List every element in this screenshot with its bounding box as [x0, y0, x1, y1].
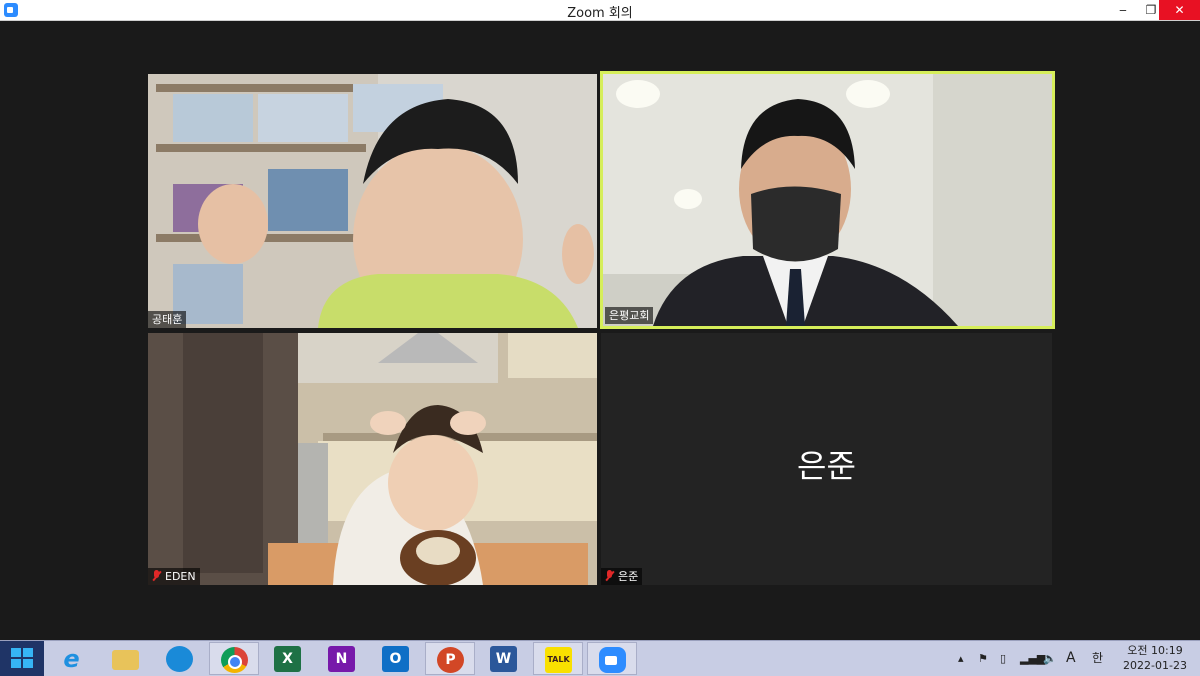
taskbar-internet-explorer[interactable]: e [47, 642, 97, 675]
internet-explorer-icon: e [63, 645, 80, 673]
taskbar-clock[interactable]: 오전 10:19 2022-01-23 [1122, 643, 1188, 673]
kakaotalk-icon: TALK [545, 647, 572, 673]
participant-name: 은평교회 [609, 309, 650, 322]
taskbar-word[interactable]: W [479, 642, 529, 675]
participant-name-tag: 공태훈 [148, 311, 187, 328]
close-button[interactable]: ✕ [1159, 0, 1200, 20]
clock-time: 오전 10:19 [1127, 644, 1183, 657]
participant-video-tile-active-speaker[interactable]: 은평교회 [600, 71, 1055, 329]
participant-display-name: 은준 [797, 447, 856, 485]
edge-icon [166, 646, 193, 672]
taskbar-chrome[interactable] [209, 642, 259, 675]
taskbar-excel[interactable]: X [263, 642, 313, 675]
windows-taskbar: e X N O P W TALK ▴ ⚑ ▯ ▂▄▆ 🔈 A 한 오전 10:1… [0, 640, 1200, 676]
taskbar-edge[interactable] [155, 642, 205, 675]
participant-name: EDEN [165, 570, 196, 583]
participant-video-feed [603, 74, 1052, 326]
start-button[interactable] [0, 641, 44, 676]
zoom-icon [599, 647, 626, 673]
mic-muted-icon [605, 570, 614, 581]
file-explorer-icon [112, 650, 139, 670]
participant-name-tag: EDEN [148, 568, 200, 585]
taskbar-onenote[interactable]: N [317, 642, 367, 675]
participant-name: 은준 [618, 570, 639, 583]
taskbar-file-explorer[interactable] [101, 642, 151, 675]
chrome-icon [221, 647, 248, 673]
windows-logo-icon [11, 648, 33, 669]
participant-name-tag: 은평교회 [605, 307, 654, 324]
show-hidden-icons-button[interactable]: ▴ [958, 641, 964, 676]
participant-name: 공태훈 [152, 313, 183, 326]
powerpoint-icon: P [437, 647, 464, 673]
mic-muted-icon [152, 570, 161, 581]
participant-tile-video-off[interactable]: 은준 은준 [601, 333, 1052, 585]
window-title-bar: Zoom 회의 ‒ ❐ ✕ [0, 0, 1200, 21]
participant-video-tile[interactable]: EDEN [148, 333, 597, 585]
power-icon[interactable]: ▯ [1000, 641, 1006, 676]
meeting-gallery-view: 공태훈 은평교회 EDEN 은준 은준 [0, 21, 1200, 640]
word-icon: W [490, 646, 517, 672]
network-signal-icon[interactable]: ▂▄▆ [1020, 641, 1045, 676]
participant-video-tile[interactable]: 공태훈 [148, 74, 597, 328]
participant-video-feed [148, 74, 597, 328]
clock-date: 2022-01-23 [1123, 659, 1187, 672]
taskbar-powerpoint[interactable]: P [425, 642, 475, 675]
excel-icon: X [274, 646, 301, 672]
volume-icon[interactable]: 🔈 [1043, 641, 1057, 676]
flag-icon[interactable]: ⚑ [978, 641, 988, 676]
taskbar-kakaotalk[interactable]: TALK [533, 642, 583, 675]
participant-video-feed [148, 333, 597, 585]
taskbar-outlook[interactable]: O [371, 642, 421, 675]
ime-mode-indicator[interactable]: A [1066, 641, 1076, 676]
taskbar-zoom[interactable] [587, 642, 637, 675]
ime-language-indicator[interactable]: 한 [1092, 641, 1103, 676]
window-title: Zoom 회의 [567, 6, 633, 21]
outlook-icon: O [382, 646, 409, 672]
participant-name-tag: 은준 [601, 568, 643, 585]
onenote-icon: N [328, 646, 355, 672]
